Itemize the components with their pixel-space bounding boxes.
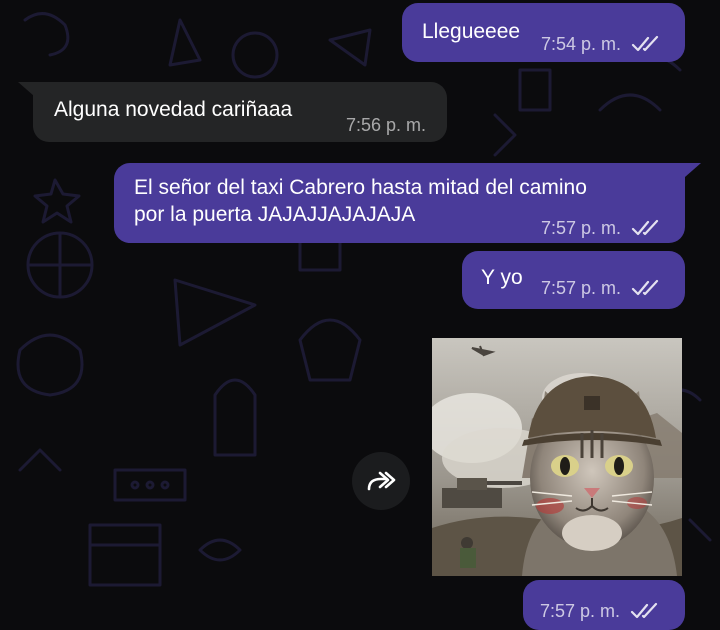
message-text: Llegueeee [422,20,521,43]
message-time: 7:54 p. m. [541,34,622,54]
message-time: 7:57 p. m. [541,278,622,298]
bubble-tail [18,82,34,96]
message-meta: 7:57 p. m. [540,598,660,624]
double-check-icon [631,219,659,236]
double-check-icon [630,602,658,619]
message-time: 7:56 p. m. [346,115,427,135]
bubble-tail [685,163,701,177]
message-time: 7:57 p. m. [540,601,621,621]
message-bubble-outgoing[interactable]: Llegueeee 7:54 p. m. [402,3,685,62]
message-time: 7:57 p. m. [541,218,622,238]
double-check-icon [631,279,659,296]
message-bubble-incoming[interactable]: Alguna novedad cariñaaa 7:56 p. m. [33,82,447,142]
message-meta: 7:57 p. m. [541,215,661,241]
message-bubble-outgoing[interactable]: 7:57 p. m. [523,580,685,630]
message-text: Alguna novedad cariñaaa [54,98,293,121]
message-meta: 7:54 p. m. [541,31,661,57]
double-check-icon [631,35,659,52]
message-text-line: por la puerta JAJAJJAJAJAJA [134,203,416,226]
cat-soldier-image [432,338,682,576]
chat-thread: Llegueeee 7:54 p. m. Alguna novedad cari… [0,0,720,630]
message-bubble-outgoing[interactable]: Y yo 7:57 p. m. [462,251,685,309]
message-meta: 7:56 p. m. [346,112,426,138]
image-message[interactable] [432,338,682,576]
message-text: Y yo [481,266,523,289]
forward-icon [367,471,396,491]
forward-button[interactable] [352,452,410,510]
message-text-line: El señor del taxi Cabrero hasta mitad de… [134,176,587,199]
message-meta: 7:57 p. m. [541,275,661,301]
message-bubble-outgoing[interactable]: El señor del taxi Cabrero hasta mitad de… [114,163,685,243]
